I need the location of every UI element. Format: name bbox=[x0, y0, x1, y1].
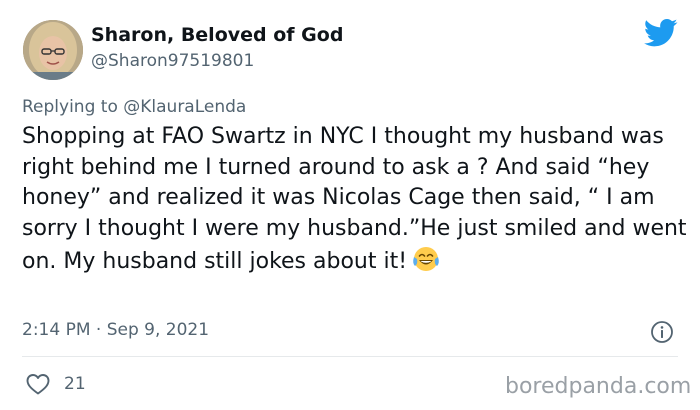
heart-icon[interactable] bbox=[25, 372, 51, 396]
tweet-card: Sharon, Beloved of God @Sharon97519801 R… bbox=[0, 0, 700, 410]
meta-separator: · bbox=[90, 320, 107, 340]
watermark: boredpanda.com bbox=[505, 374, 692, 399]
avatar[interactable] bbox=[23, 20, 83, 80]
replying-to: Replying to @KlauraLenda bbox=[22, 95, 246, 119]
tweet-date: Sep 9, 2021 bbox=[106, 320, 210, 340]
tweet-timestamp[interactable]: 2:14 PM · Sep 9, 2021 bbox=[22, 318, 209, 342]
tweet-time: 2:14 PM bbox=[22, 320, 91, 340]
tweet-body: Shopping at FAO Swartz in NYC I thought … bbox=[22, 124, 687, 275]
author-handle[interactable]: @Sharon97519801 bbox=[91, 50, 254, 72]
info-icon[interactable] bbox=[650, 320, 674, 344]
twitter-bird-icon[interactable] bbox=[644, 18, 678, 48]
like-count: 21 bbox=[64, 374, 86, 394]
replying-prefix: Replying to bbox=[22, 97, 124, 117]
replying-handle-link[interactable]: @KlauraLenda bbox=[123, 97, 246, 117]
author-display-name[interactable]: Sharon, Beloved of God bbox=[91, 23, 343, 47]
divider bbox=[22, 356, 678, 357]
tweet-text: Shopping at FAO Swartz in NYC I thought … bbox=[22, 122, 692, 278]
tears-of-joy-emoji-icon bbox=[413, 247, 439, 272]
